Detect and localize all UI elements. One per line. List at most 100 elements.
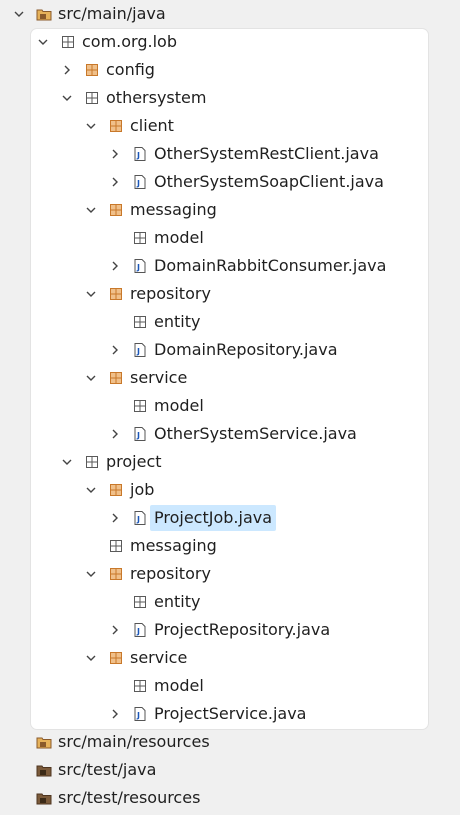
tree-row-src-test-java[interactable]: src/test/java <box>0 756 460 784</box>
package-icon <box>108 202 124 218</box>
svg-text:J: J <box>136 179 140 188</box>
empty-package-icon <box>60 34 76 50</box>
chevron-placeholder <box>108 679 122 693</box>
chevron-right-icon[interactable] <box>108 427 122 441</box>
chevron-down-icon[interactable] <box>60 91 74 105</box>
tree-row[interactable]: model <box>0 672 460 700</box>
tree-row[interactable]: service <box>0 364 460 392</box>
chevron-down-icon[interactable] <box>84 371 98 385</box>
tree-row[interactable]: J ProjectService.java <box>0 700 460 728</box>
chevron-right-icon[interactable] <box>108 707 122 721</box>
tree-row[interactable]: model <box>0 224 460 252</box>
tree-row[interactable]: J DomainRabbitConsumer.java <box>0 252 460 280</box>
chevron-down-icon[interactable] <box>36 35 50 49</box>
package-icon <box>84 62 100 78</box>
tree-row[interactable]: job <box>0 476 460 504</box>
java-file-icon: J <box>132 622 148 638</box>
svg-text:J: J <box>136 263 140 272</box>
package-icon <box>108 370 124 386</box>
source-folder-icon <box>36 762 52 778</box>
tree-item-label: OtherSystemService.java <box>154 424 357 443</box>
tree-row[interactable]: othersystem <box>0 84 460 112</box>
chevron-right-icon[interactable] <box>108 147 122 161</box>
tree-row-src-main-java[interactable]: src/main/java <box>0 0 460 28</box>
chevron-down-icon[interactable] <box>12 7 26 21</box>
tree-row[interactable]: J OtherSystemService.java <box>0 420 460 448</box>
tree-row[interactable]: J OtherSystemRestClient.java <box>0 140 460 168</box>
chevron-down-icon[interactable] <box>84 651 98 665</box>
tree-item-label: model <box>154 228 204 247</box>
tree-row[interactable]: entity <box>0 308 460 336</box>
chevron-down-icon[interactable] <box>84 203 98 217</box>
tree-row[interactable]: repository <box>0 280 460 308</box>
chevron-right-icon[interactable] <box>108 343 122 357</box>
java-file-icon: J <box>132 258 148 274</box>
chevron-right-icon[interactable] <box>108 511 122 525</box>
source-folder-icon <box>36 734 52 750</box>
tree-row[interactable]: com.org.lob <box>0 28 460 56</box>
chevron-down-icon[interactable] <box>84 567 98 581</box>
tree-row[interactable]: model <box>0 392 460 420</box>
tree-item-label: config <box>106 60 155 79</box>
empty-package-icon <box>132 398 148 414</box>
tree-item-label: model <box>154 396 204 415</box>
tree-item-label: job <box>130 480 155 499</box>
package-icon <box>108 650 124 666</box>
tree-row[interactable]: service <box>0 644 460 672</box>
tree-row[interactable]: J ProjectJob.java <box>0 504 460 532</box>
empty-package-icon <box>132 678 148 694</box>
tree-row[interactable]: repository <box>0 560 460 588</box>
tree-item-label: OtherSystemRestClient.java <box>154 144 379 163</box>
tree-item-label: DomainRepository.java <box>154 340 338 359</box>
tree-row-src-test-resources[interactable]: src/test/resources <box>0 784 460 812</box>
chevron-down-icon[interactable] <box>84 287 98 301</box>
chevron-down-icon[interactable] <box>84 483 98 497</box>
chevron-placeholder <box>108 315 122 329</box>
tree-row-src-main-resources[interactable]: src/main/resources <box>0 728 460 756</box>
empty-package-icon <box>132 230 148 246</box>
chevron-right-icon[interactable] <box>60 63 74 77</box>
tree-item-label: model <box>154 676 204 695</box>
tree-item-label: entity <box>154 592 201 611</box>
tree-item-label: com.org.lob <box>82 32 177 51</box>
source-folder-icon <box>36 6 52 22</box>
tree-row[interactable]: J OtherSystemSoapClient.java <box>0 168 460 196</box>
tree-item-label: entity <box>154 312 201 331</box>
tree-row[interactable]: J ProjectRepository.java <box>0 616 460 644</box>
tree-item-label: messaging <box>130 536 217 555</box>
tree-item-label: messaging <box>130 200 217 219</box>
java-file-icon: J <box>132 510 148 526</box>
empty-package-icon <box>84 90 100 106</box>
chevron-down-icon[interactable] <box>84 119 98 133</box>
tree-item-label: OtherSystemSoapClient.java <box>154 172 384 191</box>
tree-item-label: src/main/java <box>58 4 166 23</box>
tree-item-label: src/test/java <box>58 760 157 779</box>
tree-item-label: ProjectRepository.java <box>154 620 331 639</box>
chevron-down-icon[interactable] <box>60 455 74 469</box>
tree-row[interactable]: messaging <box>0 196 460 224</box>
empty-package-icon <box>132 594 148 610</box>
java-file-icon: J <box>132 174 148 190</box>
tree-row[interactable]: client <box>0 112 460 140</box>
tree-row[interactable]: entity <box>0 588 460 616</box>
source-folder-icon <box>36 790 52 806</box>
chevron-right-icon[interactable] <box>108 259 122 273</box>
tree-item-label: repository <box>130 284 211 303</box>
java-file-icon: J <box>132 146 148 162</box>
package-icon <box>108 482 124 498</box>
chevron-right-icon[interactable] <box>108 623 122 637</box>
tree-row[interactable]: config <box>0 56 460 84</box>
chevron-right-icon[interactable] <box>108 175 122 189</box>
tree-row[interactable]: messaging <box>0 532 460 560</box>
tree-item-label: DomainRabbitConsumer.java <box>154 256 387 275</box>
tree-item-label: client <box>130 116 174 135</box>
java-file-icon: J <box>132 342 148 358</box>
tree-item-label: project <box>106 452 162 471</box>
chevron-placeholder <box>108 399 122 413</box>
svg-text:J: J <box>136 431 140 440</box>
package-icon <box>108 286 124 302</box>
java-file-icon: J <box>132 426 148 442</box>
tree-row[interactable]: project <box>0 448 460 476</box>
svg-text:J: J <box>136 515 140 524</box>
tree-row[interactable]: J DomainRepository.java <box>0 336 460 364</box>
